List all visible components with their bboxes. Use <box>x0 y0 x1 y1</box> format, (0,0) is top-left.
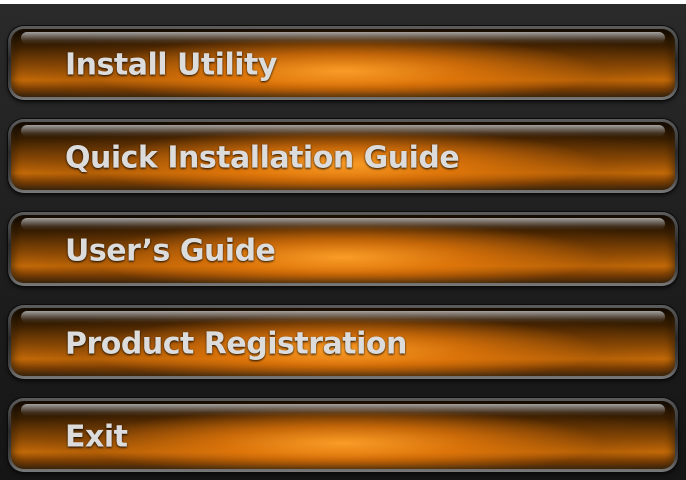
button-face: Quick Installation Guide <box>11 122 675 190</box>
quick-installation-guide-label: Quick Installation Guide <box>65 140 460 176</box>
installer-menu-panel: Install Utility Quick Installation Guide… <box>0 0 686 480</box>
main-menu: Install Utility Quick Installation Guide… <box>8 26 678 472</box>
button-face: Exit <box>11 401 675 469</box>
exit-label: Exit <box>65 419 128 455</box>
users-guide-label: User’s Guide <box>65 233 276 269</box>
button-face: Product Registration <box>11 308 675 376</box>
product-registration-label: Product Registration <box>65 326 407 362</box>
exit-button[interactable]: Exit <box>8 398 678 472</box>
install-utility-button[interactable]: Install Utility <box>8 26 678 100</box>
product-registration-button[interactable]: Product Registration <box>8 305 678 379</box>
button-face: Install Utility <box>11 29 675 97</box>
users-guide-button[interactable]: User’s Guide <box>8 212 678 286</box>
install-utility-label: Install Utility <box>65 47 277 83</box>
button-face: User’s Guide <box>11 215 675 283</box>
quick-installation-guide-button[interactable]: Quick Installation Guide <box>8 119 678 193</box>
